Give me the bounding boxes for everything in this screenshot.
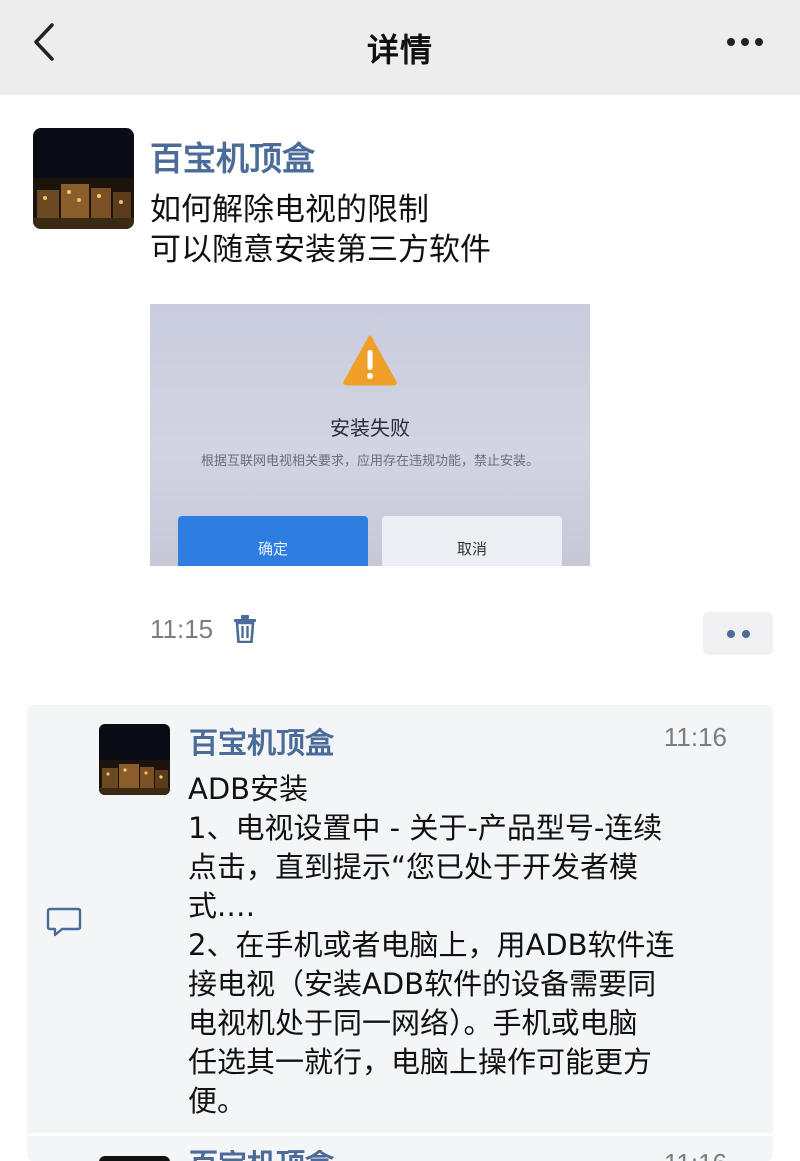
image-dialog-description: 根据互联网电视相关要求，应用存在违规功能，禁止安装。 <box>200 454 539 469</box>
post-actions-button[interactable] <box>703 612 773 655</box>
post-author-avatar[interactable] <box>33 128 134 229</box>
comment-icon <box>46 906 82 942</box>
comment-text-line: 便。 <box>188 1084 247 1118</box>
comment-text-line: 式.… <box>188 889 256 923</box>
chevron-left-icon <box>34 23 54 61</box>
page-title: 详情 <box>366 30 433 69</box>
comment-author-avatar[interactable] <box>99 1156 170 1161</box>
comment-author-name[interactable]: 百宝机顶盒 <box>189 1150 334 1161</box>
comment-divider <box>27 1133 773 1136</box>
comment-text-line: 2、在手机或者电脑上，用ADB软件连 <box>188 928 675 962</box>
back-button[interactable] <box>22 20 66 64</box>
comment-text-line: 1、电视设置中 - 关于-产品型号-连续 <box>188 811 663 845</box>
post-text-line: 可以随意安装第三方软件 <box>150 232 491 268</box>
navigation-bar: 详情 <box>0 0 800 95</box>
post-text-line: 如何解除电视的限制 <box>150 192 429 228</box>
post-text: 如何解除电视的限制 可以随意安装第三方软件 <box>150 190 750 270</box>
delete-button[interactable] <box>232 615 258 647</box>
image-dialog-title: 安装失败 <box>330 416 410 440</box>
comment-author-name[interactable]: 百宝机顶盒 <box>189 720 334 762</box>
more-dot <box>726 629 735 638</box>
post-image[interactable]: 安装失败 根据互联网电视相关要求，应用存在违规功能，禁止安装。 确定 取消 <box>150 304 590 566</box>
trash-icon <box>234 615 256 644</box>
image-confirm-button: 确定 <box>178 516 368 566</box>
comment-author-avatar[interactable] <box>99 724 170 795</box>
more-horizontal-icon-dot <box>727 38 735 46</box>
image-cancel-button: 取消 <box>382 516 562 566</box>
more-dot <box>741 629 750 638</box>
comment-timestamp: 11:16 <box>663 722 727 752</box>
comment-text-line: 接电视（安装ADB软件的设备需要同 <box>188 967 657 1001</box>
comment-text-line: 电视机处于同一网络）。手机或电脑 <box>188 1006 638 1040</box>
more-options-button[interactable] <box>720 24 770 60</box>
comment-text: ADB安装 1、电视设置中 - 关于-产品型号-连续 点击，直到提示“您已处于开… <box>188 770 760 1121</box>
comment-text-line: 点击，直到提示“您已处于开发者模 <box>188 850 639 884</box>
post-author-name[interactable]: 百宝机顶盒 <box>150 132 315 180</box>
post-timestamp: 11:15 <box>150 614 214 644</box>
more-horizontal-icon-dot <box>755 38 763 46</box>
comment-text-line: ADB安装 <box>188 772 309 806</box>
comment-timestamp: 11:16 <box>664 1150 727 1161</box>
warning-triangle-icon <box>343 335 397 386</box>
comment-text-line: 任选其一就行，电脑上操作可能更方 <box>188 1045 653 1079</box>
more-horizontal-icon-dot <box>741 38 749 46</box>
